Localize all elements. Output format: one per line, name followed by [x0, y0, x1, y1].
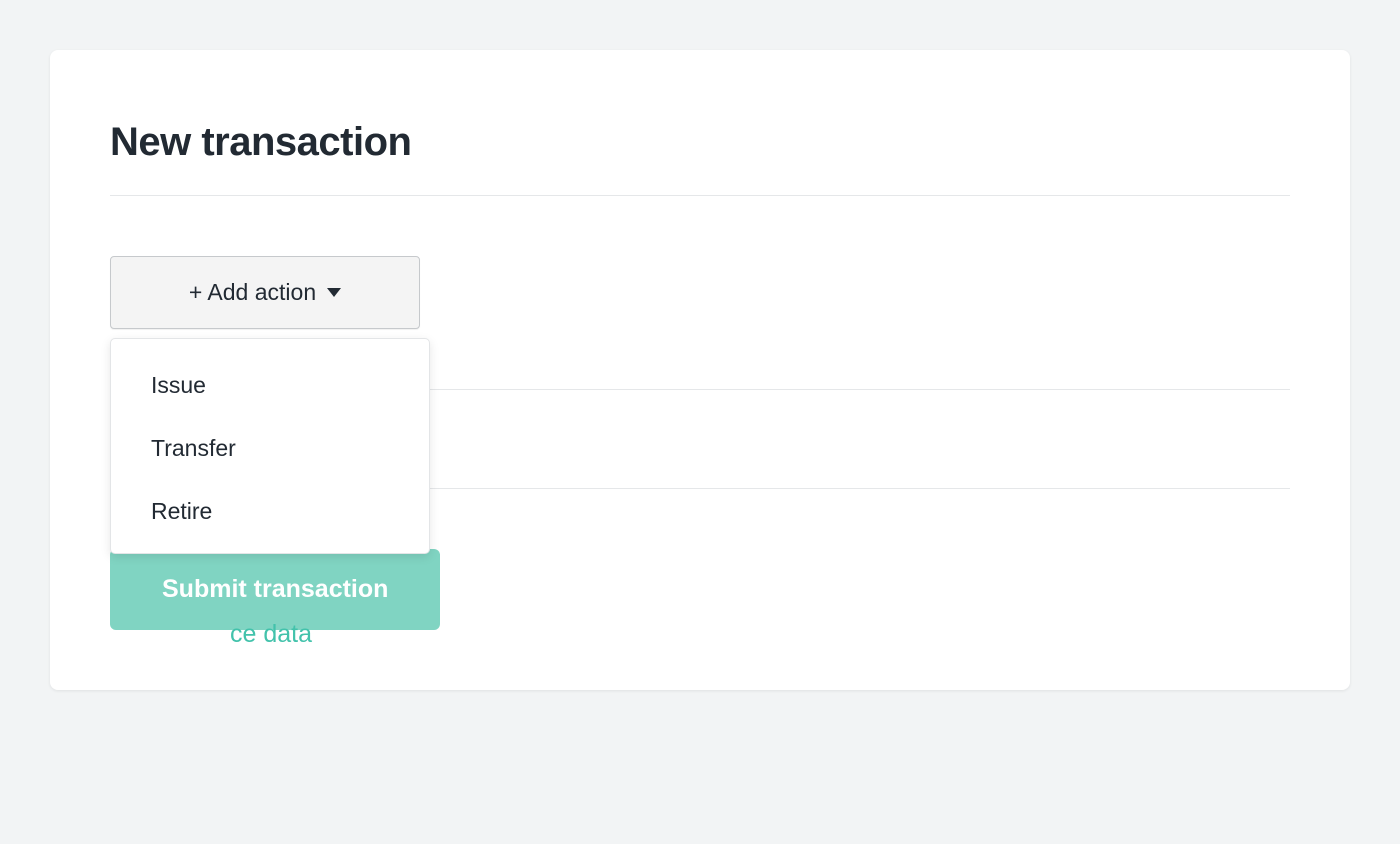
page-title: New transaction — [110, 120, 1290, 196]
transaction-card: New transaction + Add action Issue Trans… — [50, 50, 1350, 690]
actions-section: + Add action Issue Transfer Retire — [110, 196, 1290, 390]
caret-down-icon — [327, 288, 341, 297]
submit-transaction-button[interactable]: Submit transaction — [110, 549, 440, 630]
add-action-dropdown: Issue Transfer Retire — [110, 338, 430, 554]
dropdown-item-issue[interactable]: Issue — [111, 354, 429, 417]
add-action-button[interactable]: + Add action — [110, 256, 420, 329]
add-action-label: + Add action — [189, 279, 316, 306]
dropdown-item-transfer[interactable]: Transfer — [111, 417, 429, 480]
dropdown-item-label: Transfer — [151, 435, 236, 461]
reference-data-suffix: ce data — [230, 620, 312, 648]
reference-data-link[interactable]: ce data — [230, 620, 312, 649]
dropdown-item-retire[interactable]: Retire — [111, 480, 429, 543]
submit-button-label: Submit transaction — [162, 575, 388, 603]
dropdown-item-label: Retire — [151, 498, 212, 524]
dropdown-item-label: Issue — [151, 372, 206, 398]
